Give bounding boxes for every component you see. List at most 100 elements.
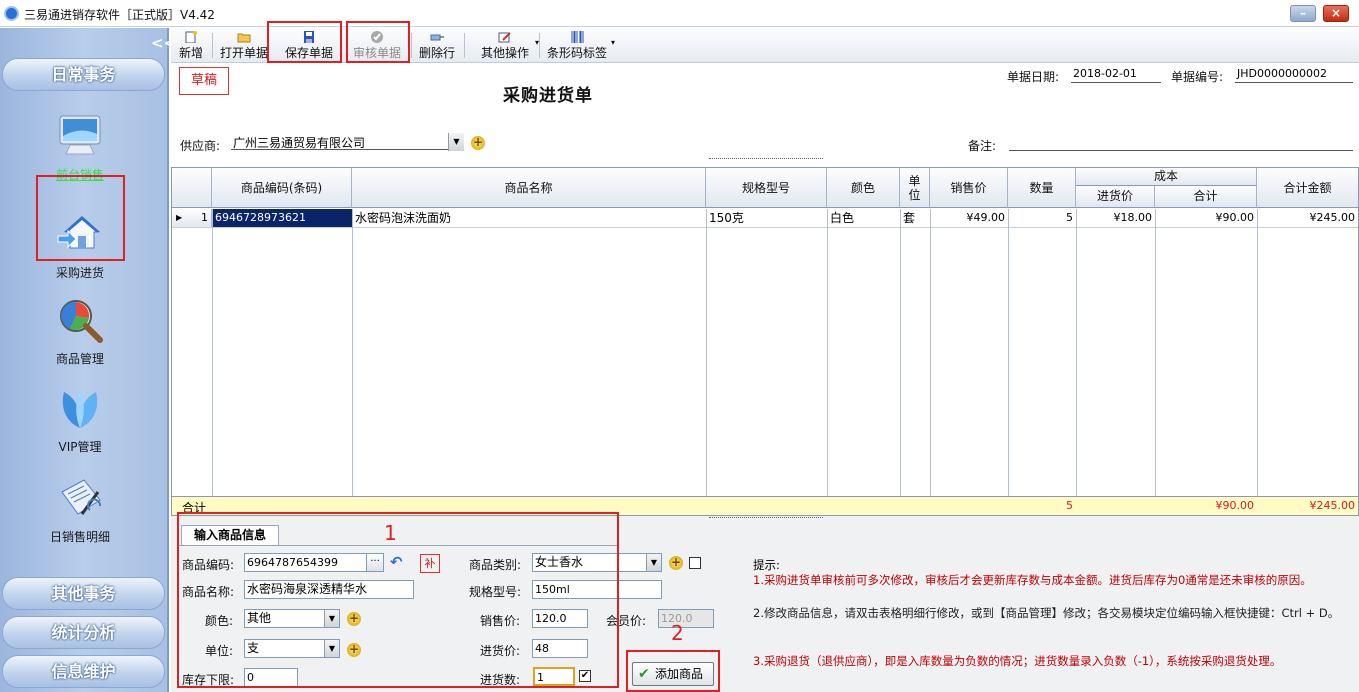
table-cell-cost-total[interactable]: ¥90.00 bbox=[1155, 209, 1257, 228]
column-divider bbox=[1155, 209, 1156, 497]
doc-number-label: 单据编号: bbox=[1171, 70, 1224, 84]
sidebar-item-label: 商品管理 bbox=[55, 352, 104, 366]
supplier-label: 供应商: bbox=[180, 139, 221, 153]
col-header-total[interactable]: 合计金额 bbox=[1257, 168, 1358, 208]
annotation-number: 1 bbox=[384, 521, 397, 545]
table-cell-sale[interactable]: ¥49.00 bbox=[930, 209, 1008, 228]
group-other-button[interactable]: 其他事务 bbox=[2, 577, 165, 610]
category-checkbox[interactable] bbox=[689, 557, 701, 569]
row-pointer-icon: ▶ bbox=[176, 213, 183, 222]
sidebar-item-vip[interactable]: VIP管理 bbox=[30, 384, 130, 455]
hint-2: 2.修改商品信息，请双击表格明细行修改，或到【商品管理】修改；各交易模块定位编码… bbox=[753, 606, 1340, 620]
group-stats-button[interactable]: 统计分析 bbox=[2, 616, 165, 649]
new-document-icon bbox=[185, 31, 197, 43]
column-divider bbox=[352, 209, 353, 497]
toolbar-separator bbox=[464, 33, 465, 58]
hint-title: 提示: bbox=[753, 558, 780, 572]
highlight-box bbox=[626, 650, 720, 692]
delete-row-icon bbox=[430, 34, 444, 41]
report-pen-icon bbox=[61, 479, 101, 515]
row-header-column bbox=[172, 168, 212, 208]
table-cell-name[interactable]: 水密码泡沫洗面奶 bbox=[352, 209, 706, 228]
chevron-down-icon[interactable]: ▼ bbox=[646, 554, 661, 571]
table-cell-unit[interactable]: 套 bbox=[900, 209, 930, 228]
col-header-color[interactable]: 颜色 bbox=[827, 168, 900, 208]
column-divider bbox=[706, 209, 707, 497]
barcode-label-button[interactable]: 条形码标签 ▾ bbox=[545, 30, 615, 61]
group-info-button[interactable]: 信息维护 bbox=[2, 655, 165, 688]
barcode-icon bbox=[571, 31, 584, 43]
chevron-down-icon: ▼ bbox=[448, 133, 464, 151]
highlight-box bbox=[177, 512, 619, 688]
date-field[interactable]: 2018-02-01 bbox=[1071, 67, 1161, 83]
minimize-button[interactable]: – bbox=[1290, 5, 1316, 22]
splitter-handle[interactable] bbox=[709, 158, 823, 163]
table-cell-spec[interactable]: 150克 bbox=[706, 209, 827, 228]
row-header-strip bbox=[172, 209, 212, 497]
row-number: 1 bbox=[201, 211, 208, 224]
sidebar-item-pos[interactable]: 前台销售 bbox=[30, 112, 130, 183]
date-label: 单据日期: bbox=[1007, 70, 1060, 84]
table-cell-code[interactable]: 6946728973621 bbox=[212, 209, 352, 228]
col-header-unit[interactable]: 单位 bbox=[900, 168, 930, 208]
sidebar-item-label: 采购进货 bbox=[55, 266, 104, 280]
vip-price-input: 120.0 bbox=[658, 609, 714, 628]
group-daily-button[interactable]: 日常事务 bbox=[2, 58, 165, 91]
sidebar-item-products[interactable]: 商品管理 bbox=[30, 296, 130, 367]
title-bar: 三易通进销存软件［正式版］V4.42 – × bbox=[0, 0, 1359, 27]
doc-number-field: JHD0000000002 bbox=[1235, 67, 1353, 83]
hint-3: 3.采购退货（退供应商），即是入库数量为负数的情况；进货数量录入负数（-1），系… bbox=[753, 654, 1282, 668]
table-cell-color[interactable]: 白色 bbox=[827, 209, 900, 228]
col-header-code[interactable]: 商品编码(条码) bbox=[212, 168, 352, 208]
delete-row-button[interactable]: 删除行 bbox=[417, 30, 457, 61]
summary-cost-total: ¥90.00 bbox=[1215, 499, 1255, 512]
column-divider bbox=[827, 209, 828, 497]
toolbar-separator bbox=[212, 33, 213, 58]
supplier-dropdown-button[interactable]: ▼ bbox=[448, 133, 464, 151]
supplier-field[interactable]: 广州三易通贸易有限公司 bbox=[231, 134, 463, 150]
app-logo-icon bbox=[4, 6, 19, 21]
toolbar-separator bbox=[411, 33, 412, 58]
table-cell-cost-price[interactable]: ¥18.00 bbox=[1076, 209, 1155, 228]
column-divider bbox=[1076, 209, 1077, 497]
sidebar-item-daily-sales[interactable]: 日销售明细 bbox=[30, 474, 130, 545]
add-category-icon[interactable]: + bbox=[669, 556, 683, 570]
highlight-box bbox=[267, 21, 342, 63]
highlight-box bbox=[346, 21, 410, 63]
status-badge: 草稿 bbox=[179, 67, 229, 95]
col-header-cost-price[interactable]: 进货价 bbox=[1076, 186, 1155, 208]
new-button[interactable]: 新增 bbox=[176, 30, 206, 61]
new-label: 新增 bbox=[178, 46, 203, 60]
column-divider bbox=[1008, 209, 1009, 497]
remark-label: 备注: bbox=[968, 139, 997, 153]
close-button[interactable]: × bbox=[1323, 5, 1349, 22]
leaf-icon bbox=[62, 388, 98, 428]
open-label: 打开单据 bbox=[219, 46, 268, 60]
sidebar: << 日常事务 前台销售 采购进货 商品管理 VIP管理 日销售明细 其他事务 … bbox=[0, 28, 176, 692]
add-supplier-icon[interactable]: + bbox=[471, 136, 485, 150]
toolbar-separator bbox=[539, 33, 540, 58]
table-cell-total[interactable]: ¥245.00 bbox=[1257, 209, 1358, 228]
page-title: 采购进货单 bbox=[503, 86, 593, 106]
sidebar-item-label: VIP管理 bbox=[58, 440, 102, 454]
summary-total: ¥245.00 bbox=[1309, 499, 1356, 512]
col-header-cost-total[interactable]: 合计 bbox=[1155, 186, 1257, 208]
col-header-spec[interactable]: 规格型号 bbox=[706, 168, 827, 208]
table-cell-qty[interactable]: 5 bbox=[1008, 209, 1076, 228]
dropdown-arrow-icon: ▾ bbox=[610, 38, 615, 47]
splitter-handle[interactable] bbox=[709, 517, 823, 521]
monitor-icon bbox=[59, 115, 101, 155]
column-divider bbox=[212, 209, 213, 497]
annotation-number: 2 bbox=[671, 621, 684, 645]
edit-icon bbox=[498, 32, 511, 43]
table-row-header[interactable]: ▶ 1 bbox=[172, 209, 212, 228]
sidebar-item-label: 日销售明细 bbox=[49, 530, 110, 544]
detail-grid: 商品编码(条码) 商品名称 规格型号 颜色 单位 销售价 数量 成本 进货价 合… bbox=[171, 167, 1359, 516]
barcode-label: 条形码标签 bbox=[546, 46, 607, 60]
col-header-sale[interactable]: 销售价 bbox=[930, 168, 1008, 208]
col-header-qty[interactable]: 数量 bbox=[1008, 168, 1076, 208]
col-header-name[interactable]: 商品名称 bbox=[352, 168, 706, 208]
other-ops-button[interactable]: 其他操作 ▾ bbox=[473, 30, 539, 61]
remark-field[interactable] bbox=[1009, 135, 1353, 151]
open-button[interactable]: 打开单据 bbox=[219, 30, 269, 61]
